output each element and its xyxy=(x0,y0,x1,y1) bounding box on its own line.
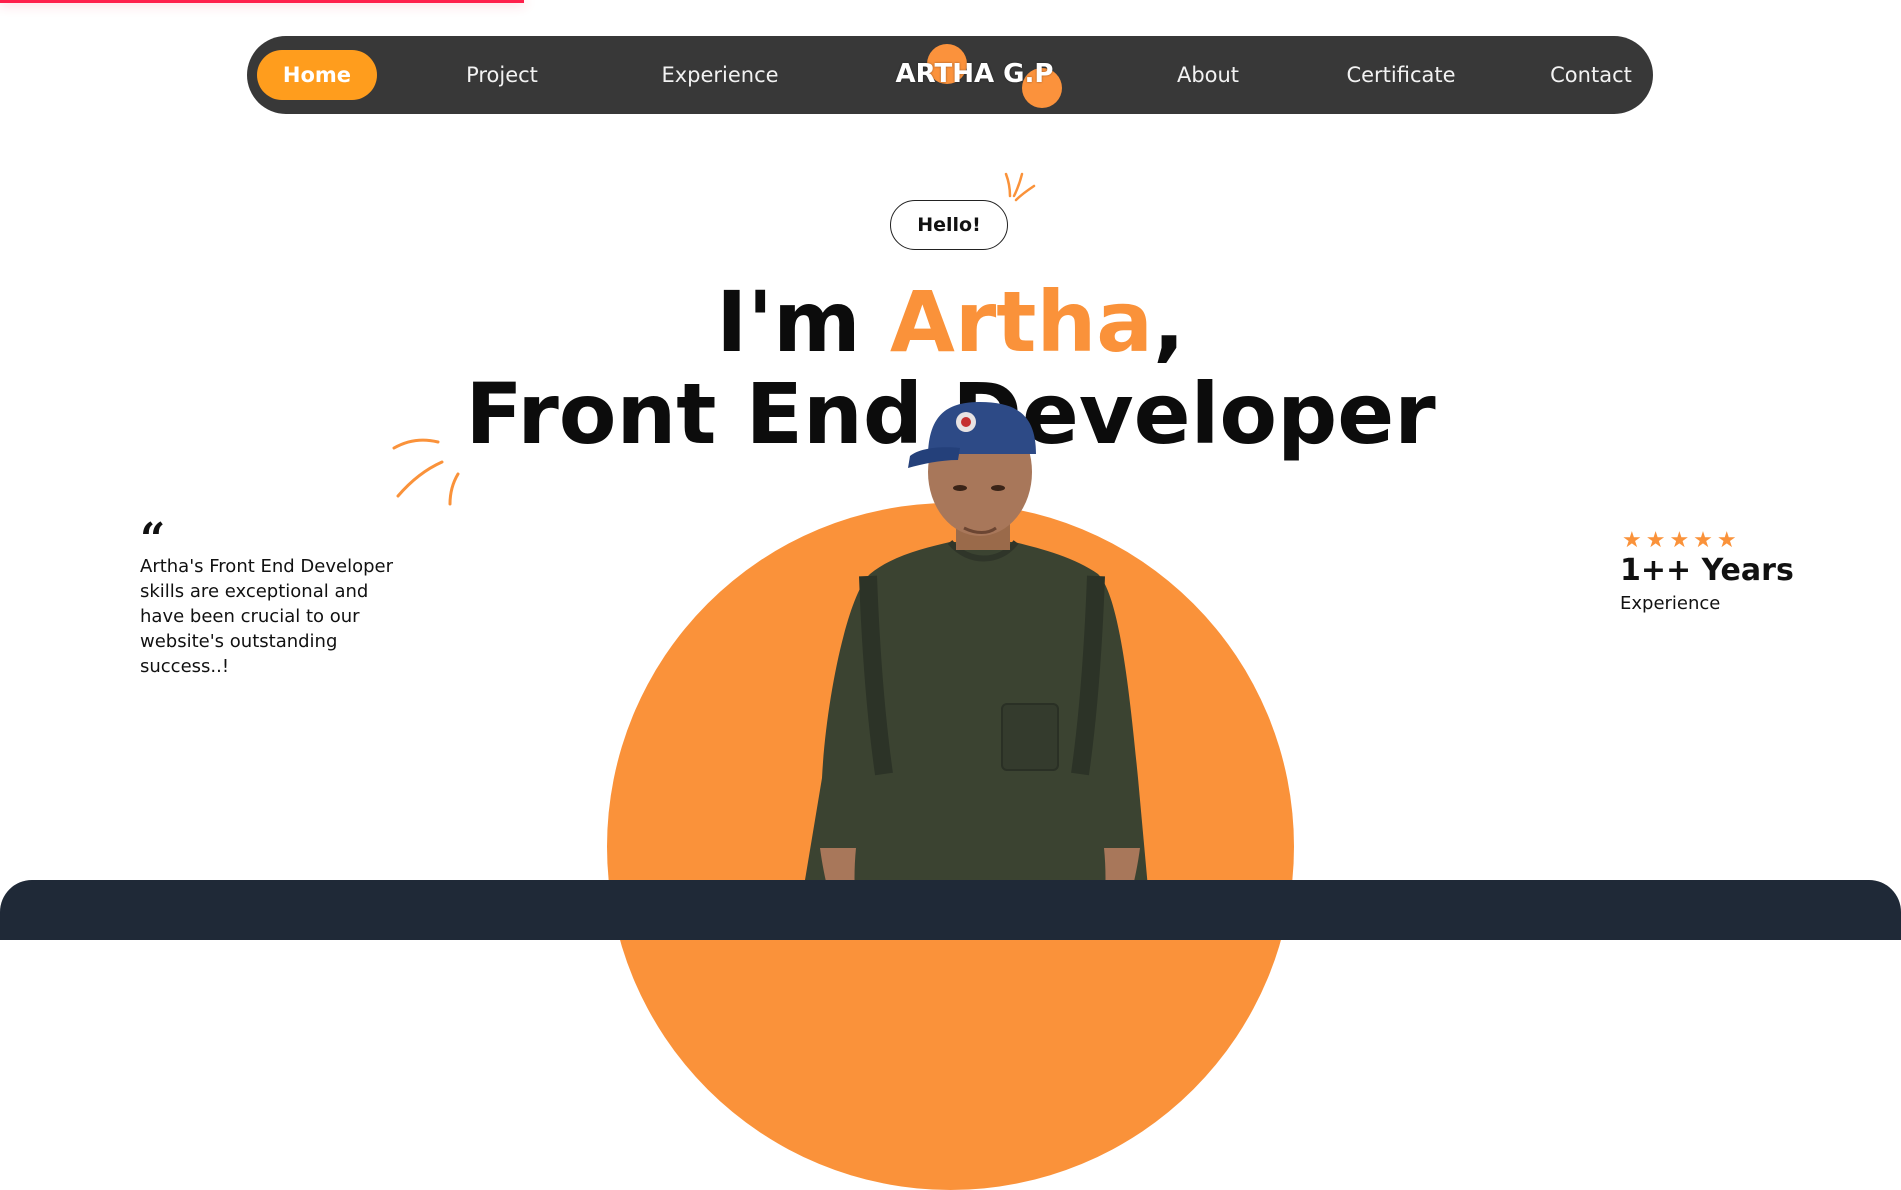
profile-photo xyxy=(800,402,1150,910)
nav-contact[interactable]: Contact xyxy=(1541,50,1641,100)
quote-icon: “ xyxy=(140,520,166,548)
experience-stat: ★★★★★ 1++ Years Experience xyxy=(1620,528,1794,614)
next-section xyxy=(0,880,1901,940)
hello-badge: Hello! xyxy=(890,200,1008,250)
hero-title-line1: I'm Artha, xyxy=(0,270,1901,374)
hero-name: Artha xyxy=(889,273,1153,371)
navbar: Home Project Experience ARTHA G.P About … xyxy=(247,36,1653,114)
testimonial: “ Artha's Front End Developer skills are… xyxy=(140,520,410,679)
nav-home[interactable]: Home xyxy=(257,50,377,100)
logo[interactable]: ARTHA G.P xyxy=(887,44,1062,108)
testimonial-text: Artha's Front End Developer skills are e… xyxy=(140,556,394,677)
scroll-progress-bar xyxy=(0,0,524,3)
sparkle-doodle xyxy=(1004,172,1036,202)
nav-experience[interactable]: Experience xyxy=(655,50,785,100)
nav-project[interactable]: Project xyxy=(447,50,557,100)
experience-years: 1++ Years xyxy=(1620,553,1794,588)
hero-title-suffix: , xyxy=(1152,273,1185,371)
nav-about[interactable]: About xyxy=(1163,50,1253,100)
logo-text: ARTHA G.P xyxy=(895,59,1054,89)
nav-certificate[interactable]: Certificate xyxy=(1331,50,1471,100)
hero-title-prefix: I'm xyxy=(716,273,890,371)
experience-label: Experience xyxy=(1620,593,1721,614)
rating-stars-icon: ★★★★★ xyxy=(1622,528,1741,553)
